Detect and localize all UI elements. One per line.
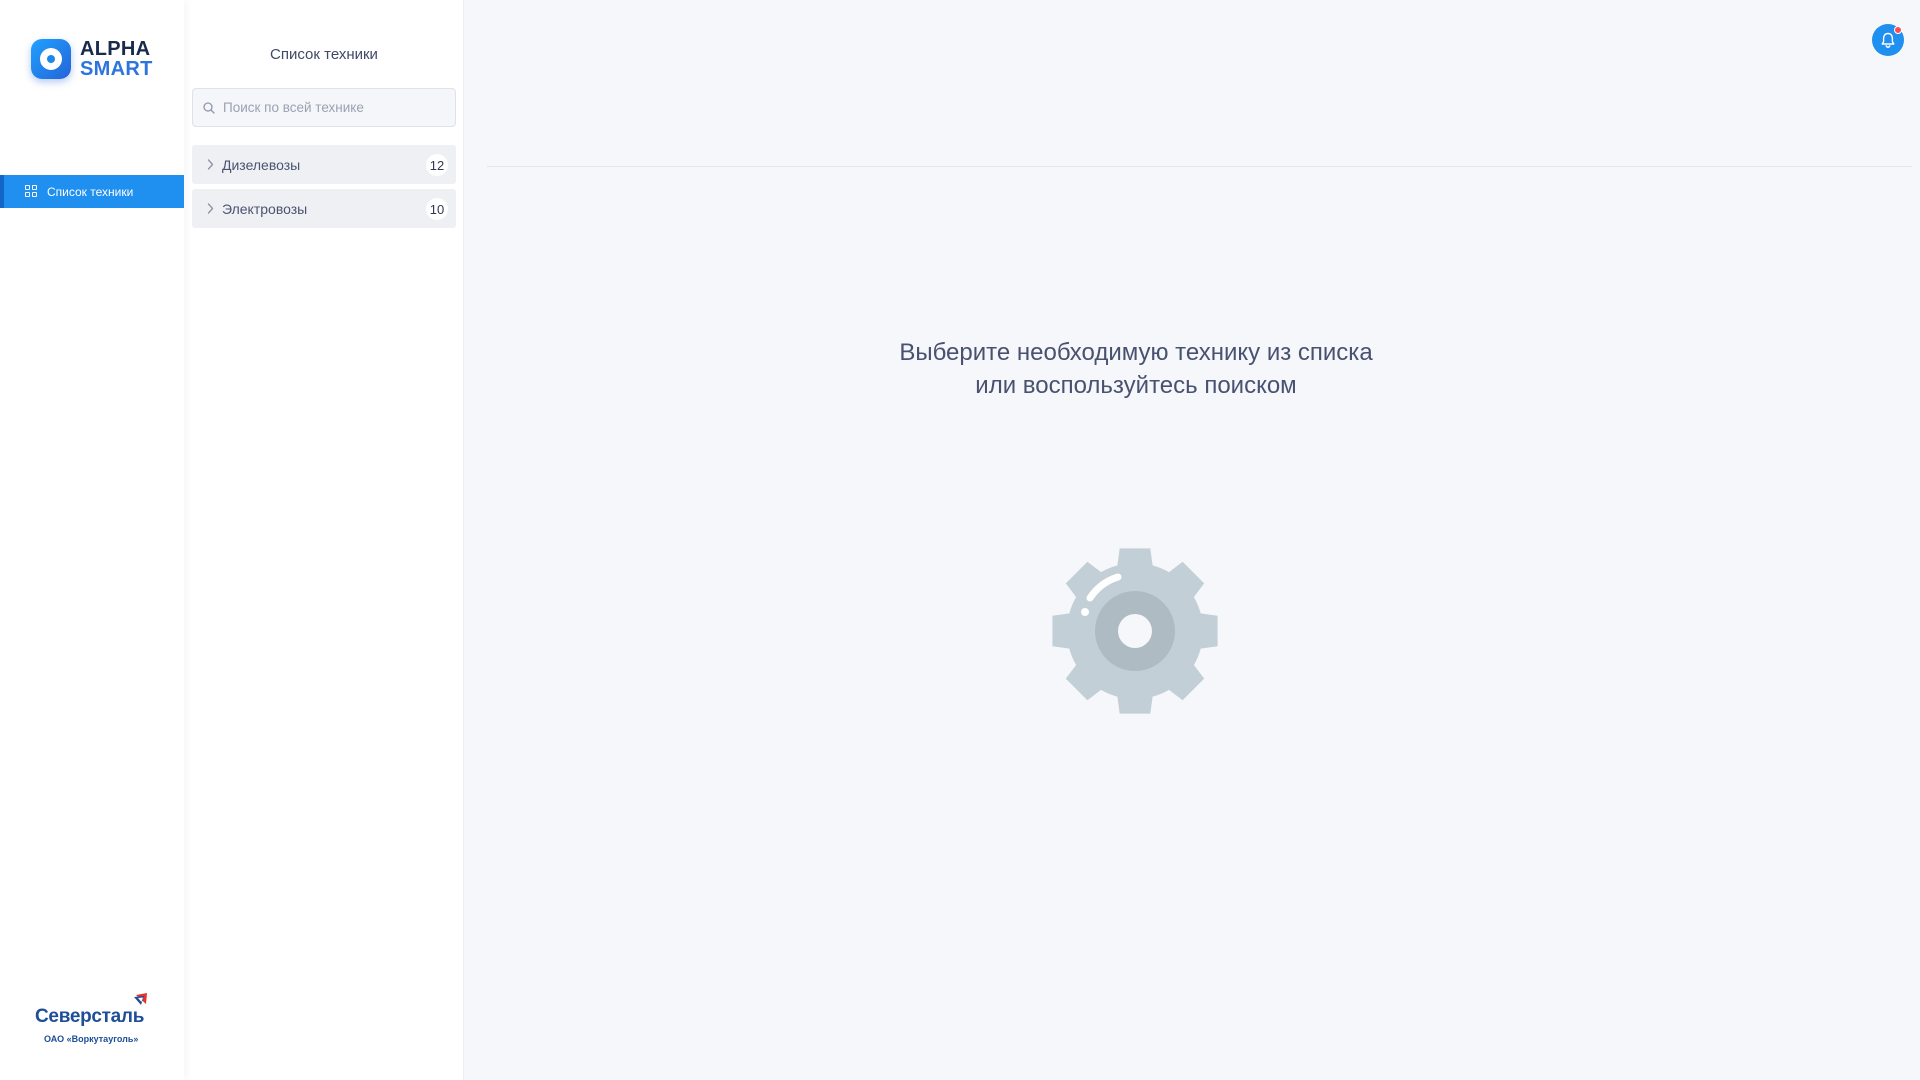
search-box[interactable] (192, 88, 456, 127)
unread-indicator (1894, 26, 1902, 34)
sidebar-item-equipment-list[interactable]: Список техники (0, 175, 184, 208)
group-count-badge: 12 (426, 154, 448, 176)
logo-line1: ALPHA (80, 38, 151, 60)
chevron-right-icon[interactable] (204, 203, 216, 215)
logo-icon (31, 39, 71, 79)
group-label: Электровозы (222, 200, 308, 217)
sidebar-item-label: Список техники (47, 184, 134, 199)
search-input[interactable] (223, 100, 443, 115)
search-icon (203, 101, 215, 114)
grid-icon (25, 185, 38, 198)
app-logo[interactable]: ALPHA SMART (31, 39, 153, 79)
logo-text: ALPHA SMART (80, 39, 153, 79)
group-count-badge: 10 (426, 198, 448, 220)
company-name: Северсталь (35, 1006, 145, 1027)
severstal-mark-icon (134, 993, 147, 1005)
empty-state-line1: Выберите необходимую технику из списка (899, 339, 1373, 366)
logo-line2: SMART (80, 58, 153, 80)
notifications-button[interactable] (1872, 24, 1904, 56)
empty-state-message: Выберите необходимую технику из списка и… (464, 336, 1808, 402)
bell-icon (1881, 32, 1895, 48)
panel-title: Список техники (270, 46, 378, 63)
company-subtitle: ОАО «Воркутауголь» (44, 1034, 139, 1044)
group-label: Дизелевозы (222, 156, 301, 173)
gear-highlight-dot (1081, 608, 1089, 616)
empty-state-line2: или воспользуйтесь поиском (975, 372, 1297, 399)
group-diesel-locomotives[interactable]: Дизелевозы 12 (192, 145, 456, 184)
gear-hole (1118, 614, 1152, 648)
equipment-panel: Список техники Дизелевозы 12 Электровозы… (184, 0, 464, 1080)
chevron-right-icon[interactable] (204, 159, 216, 171)
sidebar-nav: ALPHA SMART Список техники Северсталь ОА… (0, 0, 184, 1080)
header-divider (487, 166, 1912, 167)
gear-icon (1052, 548, 1218, 714)
group-electric-locomotives[interactable]: Электровозы 10 (192, 189, 456, 228)
